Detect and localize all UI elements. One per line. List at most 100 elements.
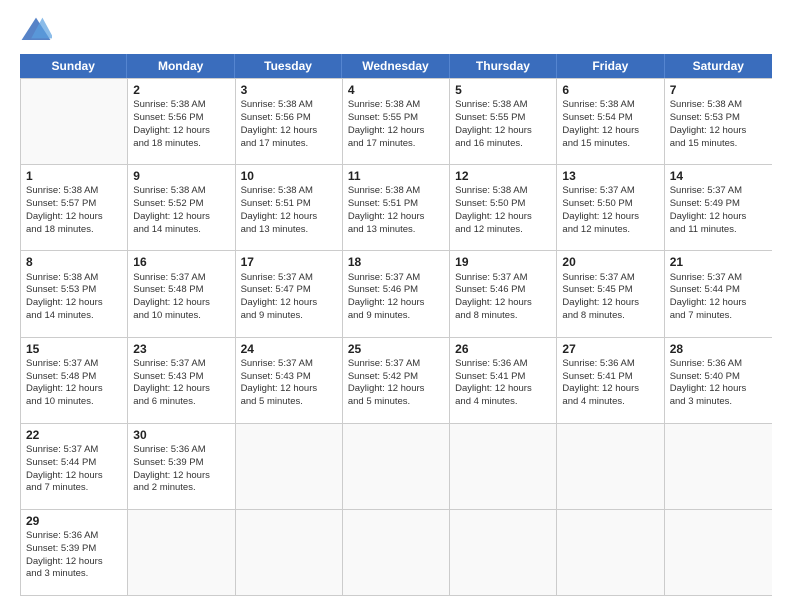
- calendar-cell: [450, 510, 557, 595]
- day-info: Sunrise: 5:38 AM Sunset: 5:56 PM Dayligh…: [133, 99, 210, 148]
- day-info: Sunrise: 5:38 AM Sunset: 5:52 PM Dayligh…: [133, 185, 210, 234]
- day-info: Sunrise: 5:36 AM Sunset: 5:39 PM Dayligh…: [26, 530, 103, 579]
- calendar-cell: 22Sunrise: 5:37 AM Sunset: 5:44 PM Dayli…: [21, 424, 128, 509]
- calendar-cell: 21 Sunrise: 5:37 AM Sunset: 5:44 PM Dayli…: [665, 251, 772, 336]
- calendar-cell: 8 Sunrise: 5:38 AM Sunset: 5:53 PM Daylig…: [21, 251, 128, 336]
- calendar-row: 2Sunrise: 5:38 AM Sunset: 5:56 PM Daylig…: [21, 78, 772, 164]
- calendar-cell: 6Sunrise: 5:38 AM Sunset: 5:54 PM Daylig…: [557, 79, 664, 164]
- calendar-cell: 10Sunrise: 5:38 AM Sunset: 5:51 PM Dayli…: [236, 165, 343, 250]
- day-info: Sunrise: 5:37 AM Sunset: 5:45 PM Dayligh…: [562, 272, 639, 321]
- calendar-cell: 26Sunrise: 5:36 AM Sunset: 5:41 PM Dayli…: [450, 338, 557, 423]
- day-info: Sunrise: 5:38 AM Sunset: 5:55 PM Dayligh…: [455, 99, 532, 148]
- day-number: 25: [348, 341, 444, 357]
- day-number: 17: [241, 254, 337, 270]
- calendar-cell: [665, 424, 772, 509]
- calendar: SundayMondayTuesdayWednesdayThursdayFrid…: [20, 54, 772, 596]
- calendar-header: SundayMondayTuesdayWednesdayThursdayFrid…: [20, 54, 772, 78]
- day-number: 8: [26, 254, 122, 270]
- day-number: 28: [670, 341, 767, 357]
- day-number: 7: [670, 82, 767, 98]
- day-number: 4: [348, 82, 444, 98]
- calendar-row: 1Sunrise: 5:38 AM Sunset: 5:57 PM Daylig…: [21, 164, 772, 250]
- day-info: Sunrise: 5:38 AM Sunset: 5:53 PM Dayligh…: [670, 99, 747, 148]
- day-info: Sunrise: 5:37 AM Sunset: 5:48 PM Dayligh…: [133, 272, 210, 321]
- calendar-cell: 20 Sunrise: 5:37 AM Sunset: 5:45 PM Dayli…: [557, 251, 664, 336]
- calendar-cell: 19 Sunrise: 5:37 AM Sunset: 5:46 PM Dayli…: [450, 251, 557, 336]
- calendar-row: 8 Sunrise: 5:38 AM Sunset: 5:53 PM Daylig…: [21, 250, 772, 336]
- day-info: Sunrise: 5:37 AM Sunset: 5:42 PM Dayligh…: [348, 358, 425, 407]
- day-number: 29: [26, 513, 122, 529]
- calendar-cell: 7Sunrise: 5:38 AM Sunset: 5:53 PM Daylig…: [665, 79, 772, 164]
- calendar-cell: 30Sunrise: 5:36 AM Sunset: 5:39 PM Dayli…: [128, 424, 235, 509]
- day-number: 21: [670, 254, 767, 270]
- calendar-cell: 14Sunrise: 5:37 AM Sunset: 5:49 PM Dayli…: [665, 165, 772, 250]
- logo-icon: [20, 16, 52, 44]
- calendar-header-cell: Sunday: [20, 54, 127, 78]
- day-number: 11: [348, 168, 444, 184]
- day-info: Sunrise: 5:37 AM Sunset: 5:43 PM Dayligh…: [241, 358, 318, 407]
- calendar-cell: 11Sunrise: 5:38 AM Sunset: 5:51 PM Dayli…: [343, 165, 450, 250]
- day-info: Sunrise: 5:36 AM Sunset: 5:40 PM Dayligh…: [670, 358, 747, 407]
- day-info: Sunrise: 5:38 AM Sunset: 5:50 PM Dayligh…: [455, 185, 532, 234]
- day-number: 19: [455, 254, 551, 270]
- day-info: Sunrise: 5:37 AM Sunset: 5:44 PM Dayligh…: [670, 272, 747, 321]
- day-info: Sunrise: 5:38 AM Sunset: 5:53 PM Dayligh…: [26, 272, 103, 321]
- calendar-cell: 1Sunrise: 5:38 AM Sunset: 5:57 PM Daylig…: [21, 165, 128, 250]
- calendar-header-cell: Wednesday: [342, 54, 449, 78]
- calendar-cell: 24Sunrise: 5:37 AM Sunset: 5:43 PM Dayli…: [236, 338, 343, 423]
- calendar-cell: 17Sunrise: 5:37 AM Sunset: 5:47 PM Dayli…: [236, 251, 343, 336]
- calendar-body: 2Sunrise: 5:38 AM Sunset: 5:56 PM Daylig…: [20, 78, 772, 596]
- day-number: 9: [133, 168, 229, 184]
- page: SundayMondayTuesdayWednesdayThursdayFrid…: [0, 0, 792, 612]
- calendar-header-cell: Friday: [557, 54, 664, 78]
- day-info: Sunrise: 5:37 AM Sunset: 5:46 PM Dayligh…: [348, 272, 425, 321]
- day-number: 16: [133, 254, 229, 270]
- day-info: Sunrise: 5:38 AM Sunset: 5:54 PM Dayligh…: [562, 99, 639, 148]
- day-info: Sunrise: 5:37 AM Sunset: 5:48 PM Dayligh…: [26, 358, 103, 407]
- calendar-cell: [557, 510, 664, 595]
- calendar-header-cell: Thursday: [450, 54, 557, 78]
- calendar-header-cell: Tuesday: [235, 54, 342, 78]
- calendar-cell: 16 Sunrise: 5:37 AM Sunset: 5:48 PM Dayli…: [128, 251, 235, 336]
- day-number: 13: [562, 168, 658, 184]
- calendar-cell: [21, 79, 128, 164]
- calendar-cell: 3Sunrise: 5:38 AM Sunset: 5:56 PM Daylig…: [236, 79, 343, 164]
- day-info: Sunrise: 5:37 AM Sunset: 5:46 PM Dayligh…: [455, 272, 532, 321]
- day-number: 2: [133, 82, 229, 98]
- day-number: 26: [455, 341, 551, 357]
- calendar-cell: 18Sunrise: 5:37 AM Sunset: 5:46 PM Dayli…: [343, 251, 450, 336]
- calendar-cell: 29Sunrise: 5:36 AM Sunset: 5:39 PM Dayli…: [21, 510, 128, 595]
- calendar-cell: 9Sunrise: 5:38 AM Sunset: 5:52 PM Daylig…: [128, 165, 235, 250]
- calendar-row: 29Sunrise: 5:36 AM Sunset: 5:39 PM Dayli…: [21, 509, 772, 595]
- day-number: 14: [670, 168, 767, 184]
- day-number: 20: [562, 254, 658, 270]
- day-number: 10: [241, 168, 337, 184]
- day-number: 30: [133, 427, 229, 443]
- calendar-cell: 2Sunrise: 5:38 AM Sunset: 5:56 PM Daylig…: [128, 79, 235, 164]
- day-number: 3: [241, 82, 337, 98]
- calendar-header-cell: Saturday: [665, 54, 772, 78]
- day-info: Sunrise: 5:37 AM Sunset: 5:44 PM Dayligh…: [26, 444, 103, 493]
- day-info: Sunrise: 5:36 AM Sunset: 5:41 PM Dayligh…: [455, 358, 532, 407]
- day-info: Sunrise: 5:38 AM Sunset: 5:51 PM Dayligh…: [348, 185, 425, 234]
- calendar-cell: 28Sunrise: 5:36 AM Sunset: 5:40 PM Dayli…: [665, 338, 772, 423]
- calendar-cell: 13Sunrise: 5:37 AM Sunset: 5:50 PM Dayli…: [557, 165, 664, 250]
- calendar-cell: [343, 424, 450, 509]
- day-number: 15: [26, 341, 122, 357]
- calendar-cell: [236, 510, 343, 595]
- calendar-cell: [236, 424, 343, 509]
- logo: [20, 16, 56, 44]
- day-info: Sunrise: 5:36 AM Sunset: 5:39 PM Dayligh…: [133, 444, 210, 493]
- day-info: Sunrise: 5:38 AM Sunset: 5:51 PM Dayligh…: [241, 185, 318, 234]
- calendar-cell: 27Sunrise: 5:36 AM Sunset: 5:41 PM Dayli…: [557, 338, 664, 423]
- calendar-cell: [557, 424, 664, 509]
- day-info: Sunrise: 5:38 AM Sunset: 5:57 PM Dayligh…: [26, 185, 103, 234]
- calendar-header-cell: Monday: [127, 54, 234, 78]
- calendar-row: 15Sunrise: 5:37 AM Sunset: 5:48 PM Dayli…: [21, 337, 772, 423]
- header: [20, 16, 772, 44]
- day-info: Sunrise: 5:37 AM Sunset: 5:43 PM Dayligh…: [133, 358, 210, 407]
- calendar-cell: 5Sunrise: 5:38 AM Sunset: 5:55 PM Daylig…: [450, 79, 557, 164]
- calendar-row: 22Sunrise: 5:37 AM Sunset: 5:44 PM Dayli…: [21, 423, 772, 509]
- calendar-cell: [128, 510, 235, 595]
- day-number: 5: [455, 82, 551, 98]
